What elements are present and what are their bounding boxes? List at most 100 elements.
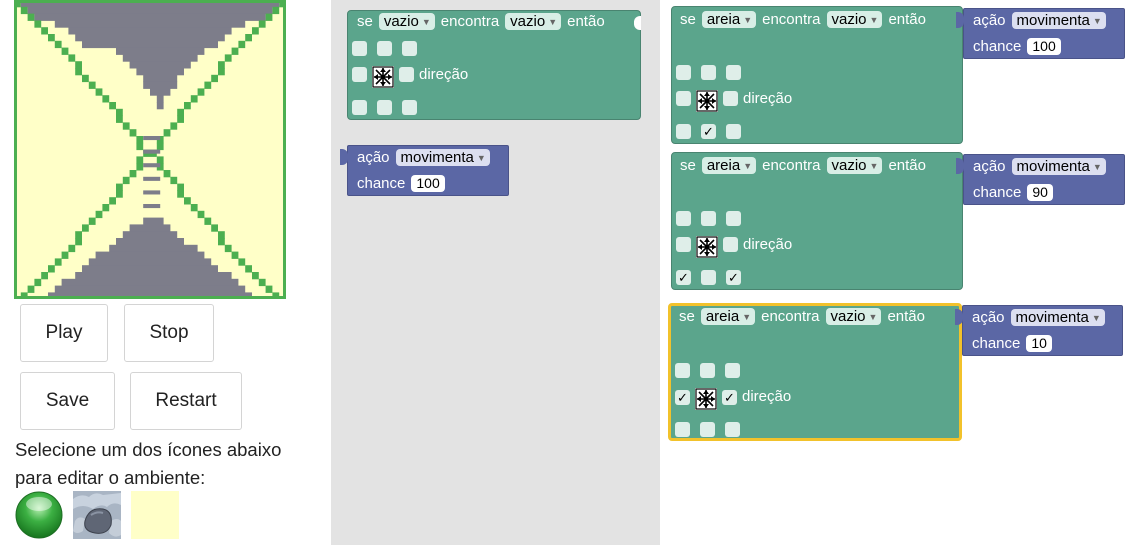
compass-icon (696, 90, 718, 112)
sim-wall (197, 210, 205, 219)
direction-checkbox-w[interactable] (676, 237, 691, 252)
green-ball-icon[interactable] (15, 491, 63, 539)
direction-checkbox-w[interactable] (352, 67, 367, 82)
direction-checkbox-ne[interactable] (402, 41, 417, 56)
simulation-canvas[interactable] (14, 0, 286, 299)
chance-input[interactable]: 100 (1027, 38, 1061, 55)
chance-input[interactable]: 100 (411, 175, 445, 192)
stop-button[interactable]: Stop (124, 304, 214, 362)
direction-checkbox-sw[interactable]: ✓ (676, 270, 691, 285)
sim-wall (109, 197, 116, 205)
sim-wall (27, 285, 35, 293)
direction-checkbox-s[interactable] (700, 422, 715, 437)
sim-wall (177, 115, 184, 123)
direction-checkbox-nw[interactable] (676, 65, 691, 80)
sim-wall (95, 210, 103, 219)
direction-checkbox-e[interactable]: ✓ (722, 390, 737, 405)
sim-wall (238, 40, 246, 49)
action-type-dropdown[interactable]: movimenta ▼ (1010, 309, 1105, 326)
rule-block-2[interactable]: se areia ▼ encontra vazio ▼ então direção … (671, 6, 963, 144)
subject-dropdown[interactable]: vazio ▼ (378, 13, 435, 30)
sim-wall (265, 13, 273, 21)
direction-checkbox-s[interactable] (377, 100, 392, 115)
sim-sand (82, 265, 218, 273)
sim-wall (190, 95, 198, 103)
save-button[interactable]: Save (20, 372, 115, 430)
chance-input[interactable]: 10 (1026, 335, 1052, 352)
sim-wall (218, 68, 225, 76)
sim-wall (224, 244, 232, 253)
rule-header: se areia ▼ encontra vazio ▼ então (680, 11, 932, 28)
action-type-dropdown[interactable]: movimenta ▼ (395, 149, 490, 166)
sim-wall (224, 54, 232, 62)
direction-checkbox-n[interactable] (701, 211, 716, 226)
rule-block-4-selected[interactable]: se areia ▼ encontra vazio ▼ então ✓ ✓ dire… (668, 303, 962, 441)
direction-checkbox-ne[interactable] (726, 65, 741, 80)
sim-sand (143, 81, 178, 89)
direction-checkbox-sw[interactable] (675, 422, 690, 437)
direction-checkbox-se[interactable] (725, 422, 740, 437)
direction-checkbox-w[interactable] (676, 91, 691, 106)
sim-wall (122, 122, 130, 130)
direction-checkbox-n[interactable] (377, 41, 392, 56)
sim-wall (204, 81, 212, 89)
entao-label: então (887, 308, 925, 325)
target-dropdown[interactable]: vazio ▼ (825, 308, 882, 325)
sim-sand (156, 102, 164, 110)
sim-wall (231, 251, 239, 259)
subject-dropdown[interactable]: areia ▼ (701, 157, 757, 174)
direction-checkbox-se[interactable] (726, 124, 741, 139)
direction-checkbox-ne[interactable] (725, 363, 740, 378)
direction-checkbox-se[interactable] (402, 100, 417, 115)
direction-checkbox-nw[interactable] (676, 211, 691, 226)
direction-checkbox-e[interactable] (723, 237, 738, 252)
direction-checkbox-ne[interactable] (726, 211, 741, 226)
sim-sand (27, 6, 273, 15)
sim-sand (54, 20, 246, 28)
direction-checkbox-n[interactable] (701, 65, 716, 80)
play-button[interactable]: Play (20, 304, 108, 362)
action-block-flyout[interactable]: ação movimenta ▼ chance 100 (340, 145, 509, 196)
action-block-2[interactable]: ação movimenta ▼ chance 100 (956, 8, 1125, 59)
subject-dropdown[interactable]: areia ▼ (700, 308, 756, 325)
sim-wall (34, 20, 42, 28)
sim-wall (27, 13, 35, 21)
sim-sand (143, 74, 178, 83)
direction-checkbox-sw[interactable] (352, 100, 367, 115)
action-block-3[interactable]: ação movimenta ▼ chance 90 (956, 154, 1125, 205)
action-connector (340, 149, 348, 165)
sim-wall (116, 115, 123, 123)
target-dropdown[interactable]: vazio ▼ (505, 13, 562, 30)
stone-icon[interactable] (73, 491, 121, 539)
action-type-dropdown[interactable]: movimenta ▼ (1011, 158, 1106, 175)
direcao-label: direção (742, 388, 792, 405)
direction-checkbox-se[interactable]: ✓ (726, 270, 741, 285)
sim-wall (48, 34, 55, 42)
action-block-4[interactable]: ação movimenta ▼ chance 10 (955, 305, 1123, 356)
entao-label: então (888, 157, 926, 174)
direction-checkbox-e[interactable] (399, 67, 414, 82)
direction-checkbox-sw[interactable] (676, 124, 691, 139)
sim-wall (20, 6, 28, 15)
sim-wall (258, 278, 266, 287)
empty-cell-icon[interactable] (131, 491, 179, 539)
rule-block-1[interactable]: se vazio ▼ encontra vazio ▼ então direção (347, 10, 641, 120)
target-dropdown[interactable]: vazio ▼ (826, 11, 883, 28)
subject-dropdown[interactable]: areia ▼ (701, 11, 757, 28)
direction-checkbox-e[interactable] (723, 91, 738, 106)
direction-checkbox-nw[interactable] (675, 363, 690, 378)
direction-checkbox-s[interactable] (701, 270, 716, 285)
direction-checkbox-n[interactable] (700, 363, 715, 378)
rule-block-3[interactable]: se areia ▼ encontra vazio ▼ então direção … (671, 152, 963, 290)
compass-icon (695, 388, 717, 410)
acao-label: ação (357, 149, 390, 166)
target-dropdown[interactable]: vazio ▼ (826, 157, 883, 174)
direction-checkbox-nw[interactable] (352, 41, 367, 56)
direction-checkbox-w[interactable]: ✓ (675, 390, 690, 405)
action-type-dropdown[interactable]: movimenta ▼ (1011, 12, 1106, 29)
sim-wall (170, 176, 178, 185)
restart-button[interactable]: Restart (130, 372, 242, 430)
encontra-label: encontra (762, 157, 821, 174)
chance-input[interactable]: 90 (1027, 184, 1053, 201)
direction-checkbox-s[interactable]: ✓ (701, 124, 716, 139)
